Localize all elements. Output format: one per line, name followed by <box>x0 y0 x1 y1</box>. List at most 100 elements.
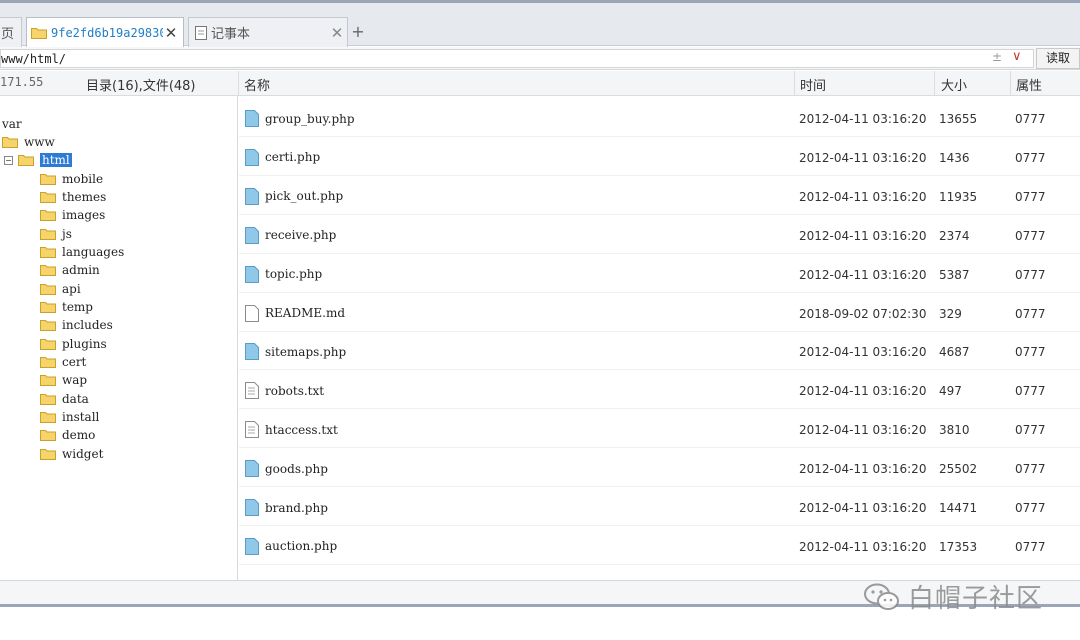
tab-file-label: 9fe2fd6b19a29830a <box>51 26 163 40</box>
column-header-name[interactable]: 名称 <box>244 75 270 94</box>
tree-item-www[interactable]: www <box>2 133 55 150</box>
tree-item-label: api <box>62 281 81 296</box>
folder-icon <box>40 448 56 460</box>
text-file-icon <box>245 382 259 400</box>
file-name-cell[interactable]: group_buy.php <box>245 110 355 127</box>
column-divider[interactable] <box>238 71 239 96</box>
folder-icon <box>40 283 56 295</box>
tab-home-label: 页 <box>1 27 15 42</box>
file-name-cell[interactable]: htaccess.txt <box>245 421 338 439</box>
file-name-cell[interactable]: certi.php <box>245 148 320 166</box>
folder-icon <box>40 357 56 369</box>
file-modified-time: 2012-04-11 03:16:20 <box>799 423 927 438</box>
tree-item-api[interactable]: api <box>40 280 81 297</box>
close-icon[interactable]: ✕ <box>163 24 179 42</box>
tab-home[interactable]: 页 <box>0 17 22 47</box>
column-divider[interactable] <box>794 71 795 96</box>
php-file-icon <box>245 148 259 166</box>
tree-item-install[interactable]: install <box>40 409 99 426</box>
table-row[interactable]: auction.php 2012-04-11 03:16:20 17353 0777 <box>239 526 1080 565</box>
column-divider[interactable] <box>934 71 935 96</box>
column-header-time[interactable]: 时间 <box>800 75 826 94</box>
tree-item-label: widget <box>62 446 104 461</box>
chevron-down-icon[interactable]: ∨ <box>1012 49 1022 64</box>
file-name: goods.php <box>265 461 328 476</box>
file-permissions: 0777 <box>1015 189 1046 204</box>
folder-icon <box>40 320 56 332</box>
column-header-attr[interactable]: 属性 <box>1016 75 1042 94</box>
folder-icon <box>40 265 56 277</box>
table-row[interactable]: receive.php 2012-04-11 03:16:20 2374 0777 <box>239 215 1080 254</box>
table-row[interactable]: sitemaps.php 2012-04-11 03:16:20 4687 0777 <box>239 331 1080 371</box>
file-permissions: 0777 <box>1015 462 1046 477</box>
collapse-toggle-icon[interactable]: − <box>4 155 13 165</box>
tree-item-label: plugins <box>62 336 107 351</box>
file-size: 25502 <box>939 462 978 477</box>
tree-item-data[interactable]: data <box>40 390 89 407</box>
tree-item-temp[interactable]: temp <box>40 299 93 316</box>
file-name-cell[interactable]: goods.php <box>245 460 328 478</box>
tree-item-label: html <box>40 153 72 168</box>
file-name: group_buy.php <box>265 111 355 126</box>
tree-item-wap[interactable]: wap <box>40 372 87 389</box>
tab-notepad-label: 记事本 <box>211 27 251 42</box>
host-ip: 171.55 <box>0 75 44 89</box>
file-name-cell[interactable]: sitemaps.php <box>245 343 346 361</box>
folder-icon <box>40 191 56 203</box>
table-row[interactable]: pick_out.php 2012-04-11 03:16:20 11935 0777 <box>239 176 1080 215</box>
php-file-icon <box>245 460 259 478</box>
tree-item-var[interactable]: var <box>2 115 22 132</box>
table-row[interactable]: certi.php 2012-04-11 03:16:20 1436 0777 <box>239 137 1080 176</box>
tab-notepad[interactable]: 记事本 ✕ <box>188 17 348 47</box>
tree-item-mobile[interactable]: mobile <box>40 170 103 187</box>
file-name-cell[interactable]: robots.txt <box>245 382 324 400</box>
tree-item-js[interactable]: js <box>40 225 72 242</box>
php-file-icon <box>245 537 259 555</box>
table-row[interactable]: htaccess.txt 2012-04-11 03:16:20 3810 0777 <box>239 409 1080 449</box>
tree-item-themes[interactable]: themes <box>40 188 106 205</box>
file-modified-time: 2012-04-11 03:16:20 <box>799 112 927 126</box>
tree-item-widget[interactable]: widget <box>40 445 103 462</box>
tree-item-demo[interactable]: demo <box>40 427 95 444</box>
file-permissions: 0777 <box>1015 150 1046 165</box>
table-row[interactable]: README.md 2018-09-02 07:02:30 329 0777 <box>239 293 1080 332</box>
php-file-icon <box>245 187 259 205</box>
tree-item-plugins[interactable]: plugins <box>40 335 107 352</box>
file-size: 14471 <box>939 501 978 515</box>
tree-item-images[interactable]: images <box>40 207 105 224</box>
close-icon[interactable]: ✕ <box>329 24 345 42</box>
file-name-cell[interactable]: brand.php <box>245 499 328 516</box>
tree-item-cert[interactable]: cert <box>40 354 86 371</box>
table-row[interactable]: goods.php 2012-04-11 03:16:20 25502 0777 <box>239 448 1080 488</box>
tree-item-languages[interactable]: languages <box>40 243 124 260</box>
tree-item-html[interactable]: − html <box>4 152 72 169</box>
read-button[interactable]: 读取 <box>1036 48 1080 69</box>
file-modified-time: 2012-04-11 03:16:20 <box>799 345 927 360</box>
tree-item-includes[interactable]: includes <box>40 317 113 334</box>
file-name-cell[interactable]: receive.php <box>245 226 336 244</box>
column-header: 171.55 目录(16),文件(48) 名称 时间 大小 属性 <box>0 71 1080 96</box>
tab-file-manager[interactable]: 9fe2fd6b19a29830a ✕ <box>26 17 184 48</box>
tree-item-admin[interactable]: admin <box>40 262 100 279</box>
file-name-cell[interactable]: topic.php <box>245 265 322 283</box>
column-header-size[interactable]: 大小 <box>941 75 967 94</box>
file-modified-time: 2012-04-11 03:16:20 <box>799 384 927 399</box>
column-divider[interactable] <box>1010 71 1011 96</box>
tree-item-label: cert <box>62 355 87 370</box>
file-modified-time: 2012-04-11 03:16:20 <box>799 228 927 243</box>
file-name-cell[interactable]: pick_out.php <box>245 187 343 205</box>
file-name-cell[interactable]: README.md <box>245 304 345 322</box>
add-tab-icon[interactable]: + <box>350 22 366 41</box>
table-row[interactable]: group_buy.php 2012-04-11 03:16:20 13655 077… <box>239 98 1080 137</box>
directory-tree: var www − html mobile themes images js languages… <box>0 96 238 580</box>
plus-minus-icon[interactable]: ± <box>992 50 1002 64</box>
file-name-cell[interactable]: auction.php <box>245 537 337 555</box>
table-row[interactable]: topic.php 2012-04-11 03:16:20 5387 0777 <box>239 254 1080 293</box>
text-file-icon <box>245 421 259 439</box>
path-input[interactable] <box>0 49 1034 68</box>
tree-item-label: www <box>24 134 55 149</box>
table-row[interactable]: brand.php 2012-04-11 03:16:20 14471 0777 <box>239 487 1080 526</box>
table-row[interactable]: robots.txt 2012-04-11 03:16:20 497 0777 <box>239 370 1080 410</box>
tree-item-label: includes <box>62 318 113 333</box>
file-size: 2374 <box>939 228 970 243</box>
